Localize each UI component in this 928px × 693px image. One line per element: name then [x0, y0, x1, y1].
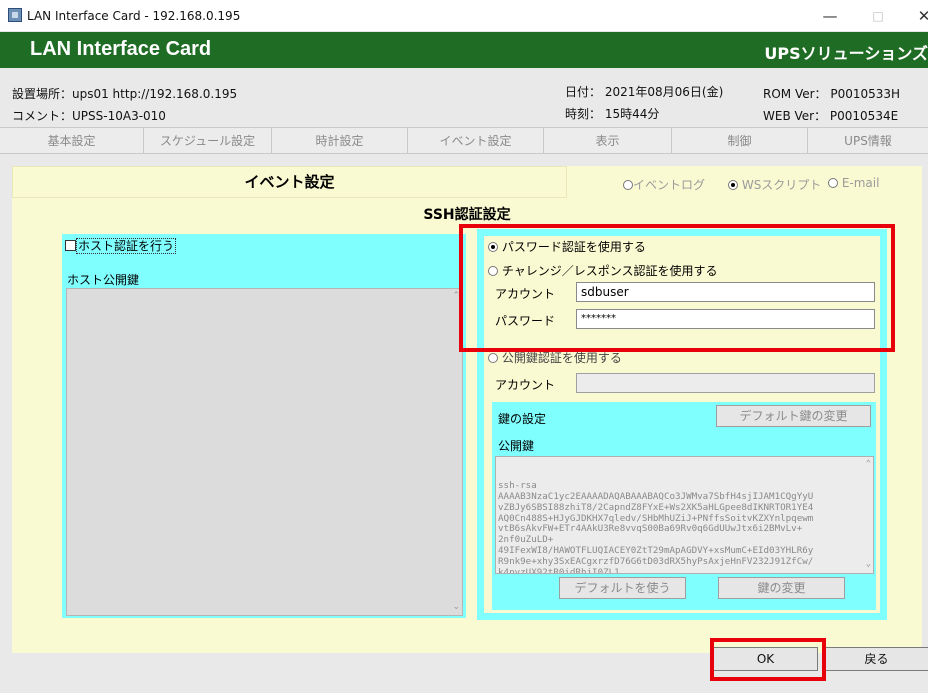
- event-log-label: イベントログ: [633, 178, 706, 192]
- tab-display[interactable]: 表示: [544, 128, 672, 154]
- company-name: UPSソリューションズ: [764, 44, 928, 63]
- host-public-key-textarea[interactable]: ⌃ ⌄: [66, 288, 463, 616]
- pubkey-auth-label: 公開鍵認証を使用する: [501, 351, 622, 365]
- scroll-down-icon[interactable]: ⌄: [866, 559, 871, 570]
- event-settings-title: イベント設定: [12, 166, 567, 198]
- rom-version: ROM Ver： P0010533H: [763, 87, 901, 101]
- public-key-label: 公開鍵: [498, 439, 535, 453]
- maximize-button[interactable]: □: [866, 6, 890, 26]
- email-label: E-mail: [841, 176, 880, 190]
- close-button[interactable]: ✕: [912, 6, 928, 26]
- ws-script-label: WSスクリプト: [741, 178, 822, 192]
- scroll-up-icon[interactable]: ⌃: [866, 459, 871, 470]
- radio-icon: [828, 178, 838, 188]
- highlight-password-auth: [459, 224, 895, 352]
- tab-control[interactable]: 制御: [672, 128, 808, 154]
- window-title: LAN Interface Card - 192.168.0.195: [27, 9, 241, 23]
- radio-ws-script[interactable]: WSスクリプト: [728, 176, 821, 193]
- time-text: 時刻： 15時44分: [565, 107, 660, 121]
- pubkey-account-input[interactable]: [576, 373, 875, 393]
- checkbox-icon: [65, 240, 76, 251]
- change-key-button[interactable]: 鍵の変更: [718, 577, 845, 599]
- app-header: LAN Interface Card UPSソリューションズ: [0, 32, 928, 68]
- radio-selected-icon: [728, 180, 738, 190]
- window-titlebar: LAN Interface Card - 192.168.0.195 — □ ✕: [0, 0, 928, 32]
- highlight-ok-button: [710, 638, 826, 681]
- public-key-text: ssh-rsa AAAAB3NzaC1yc2EAAAADAQABAAABAQCo…: [498, 479, 814, 574]
- default-key-change-button[interactable]: デフォルト鍵の変更: [716, 405, 871, 427]
- tab-basic[interactable]: 基本設定: [0, 128, 144, 154]
- host-auth-checkbox[interactable]: ホスト認証を行う: [65, 237, 177, 254]
- nav-tabs: 基本設定 スケジュール設定 時計設定 イベント設定 表示 制御 UPS情報: [0, 127, 928, 154]
- tab-clock[interactable]: 時計設定: [272, 128, 408, 154]
- device-info: 設置場所：ups01 http://192.168.0.195 コメント：UPS…: [0, 68, 928, 128]
- scroll-down-icon[interactable]: ⌄: [452, 602, 460, 612]
- comment-text: コメント：UPSS-10A3-010: [12, 109, 166, 123]
- public-key-textarea[interactable]: ssh-rsa AAAAB3NzaC1yc2EAAAADAQABAAABAQCo…: [495, 456, 874, 574]
- tab-ups-info[interactable]: UPS情報: [808, 128, 928, 154]
- host-key-label: ホスト公開鍵: [67, 273, 140, 287]
- pubkey-account-label: アカウント: [495, 378, 556, 392]
- back-button[interactable]: 戻る: [824, 647, 928, 671]
- radio-icon: [623, 180, 633, 190]
- use-default-button[interactable]: デフォルトを使う: [559, 577, 686, 599]
- tab-schedule[interactable]: スケジュール設定: [144, 128, 272, 154]
- radio-event-log[interactable]: イベントログ: [623, 176, 705, 193]
- tab-event[interactable]: イベント設定: [408, 128, 544, 154]
- ssh-auth-title: SSH認証設定: [423, 207, 511, 223]
- radio-email[interactable]: E-mail: [828, 176, 879, 190]
- radio-icon: [488, 353, 498, 363]
- minimize-button[interactable]: —: [818, 6, 842, 26]
- java-app-icon: [8, 8, 22, 22]
- web-version: WEB Ver： P0010534E: [763, 109, 899, 123]
- event-type-selector: イベントログ WSスクリプト E-mail: [567, 166, 922, 198]
- key-settings-label: 鍵の設定: [498, 412, 547, 426]
- host-auth-label: ホスト認証を行う: [76, 238, 177, 254]
- location-text: 設置場所：ups01 http://192.168.0.195: [12, 87, 238, 101]
- brand-title: LAN Interface Card: [30, 38, 212, 60]
- date-text: 日付： 2021年08月06日(金): [565, 85, 724, 99]
